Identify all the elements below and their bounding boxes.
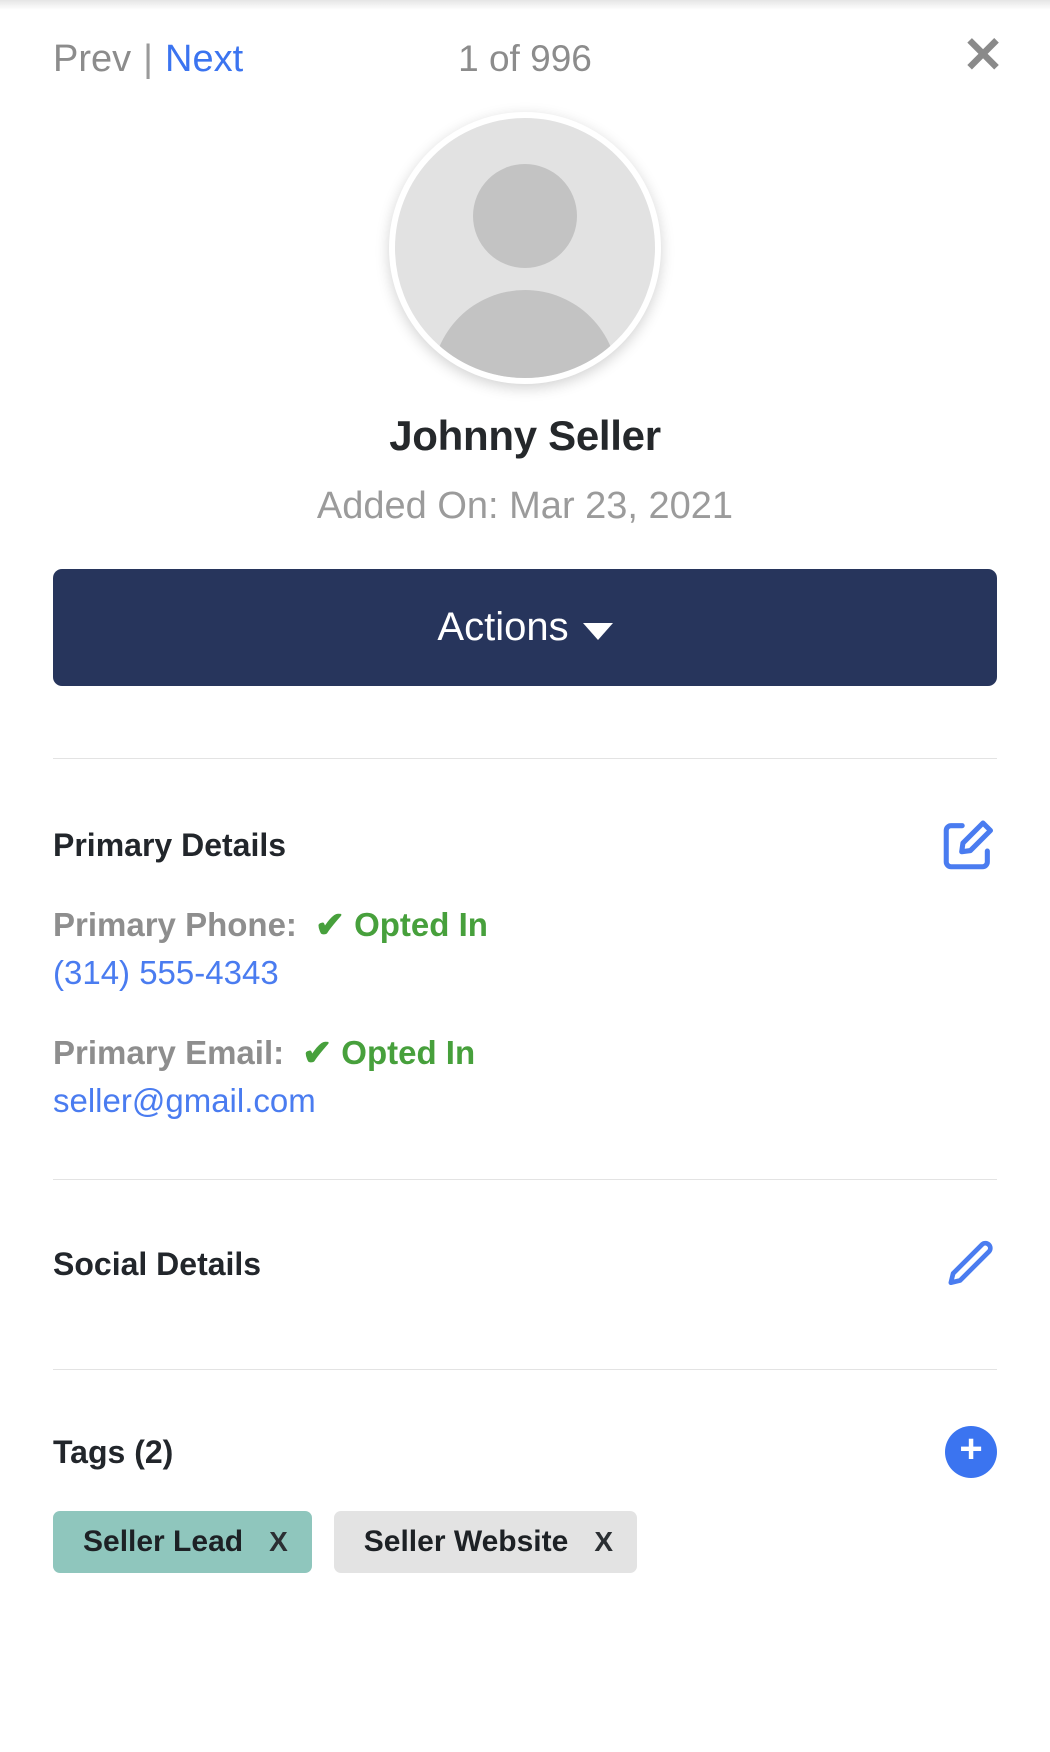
tag-label: Seller Lead: [83, 1525, 244, 1558]
check-icon: ✔: [314, 904, 346, 945]
primary-email-line: Primary Email: ✔ Opted In: [53, 1034, 997, 1072]
record-navigation: Prev | Next: [53, 38, 243, 81]
social-details-section: Social Details: [0, 1180, 1050, 1291]
actions-button-label: Actions: [437, 605, 569, 649]
next-record-link[interactable]: Next: [165, 38, 243, 81]
primary-email-opt-status: ✔ Opted In: [302, 1034, 475, 1072]
tag-chip[interactable]: Seller Lead X: [53, 1511, 312, 1573]
social-details-header: Social Details: [53, 1237, 997, 1291]
added-on-date: Added On: Mar 23, 2021: [316, 485, 734, 527]
social-details-title: Social Details: [53, 1245, 262, 1282]
spacer-above-social-divider: [0, 1120, 1050, 1179]
pencil-icon[interactable]: [943, 1237, 997, 1291]
primary-phone-line: Primary Phone: ✔ Opted In: [53, 906, 997, 944]
tag-remove-icon[interactable]: X: [594, 1526, 613, 1558]
contact-detail-panel: Prev | Next 1 of 996 ✕ Johnny Seller Add…: [0, 0, 1050, 1752]
avatar-person-head-icon: [473, 164, 577, 268]
primary-details-header: Primary Details: [53, 816, 997, 874]
avatar-container: [0, 112, 1050, 384]
prev-record-link[interactable]: Prev: [53, 38, 131, 81]
actions-button[interactable]: Actions: [53, 569, 997, 686]
primary-phone-row: Primary Phone: ✔ Opted In (314) 555-4343: [53, 906, 997, 992]
tag-label: Seller Website: [363, 1525, 569, 1558]
primary-phone-opt-status-label: Opted In: [354, 906, 488, 943]
plus-circle-icon[interactable]: +: [945, 1426, 997, 1478]
primary-phone-opt-status: ✔ Opted In: [315, 906, 488, 944]
primary-phone-value[interactable]: (314) 555-4343: [53, 954, 997, 992]
nav-separator: |: [143, 37, 154, 80]
primary-phone-label: Primary Phone:: [53, 906, 297, 943]
tags-section: Tags (2) + Seller Lead X Seller Website …: [0, 1370, 1050, 1573]
primary-details-title: Primary Details: [53, 826, 287, 863]
plus-glyph: +: [959, 1427, 983, 1471]
primary-details-section: Primary Details Primary Phone: ✔ Opted I…: [0, 759, 1050, 1120]
edit-square-icon[interactable]: [939, 816, 997, 874]
primary-email-row: Primary Email: ✔ Opted In seller@gmail.c…: [53, 1034, 997, 1120]
spacer-above-primary-divider: [0, 686, 1050, 758]
panel-header: Prev | Next 1 of 996 ✕: [0, 0, 1050, 118]
chevron-down-icon: [582, 623, 613, 640]
primary-email-value[interactable]: seller@gmail.com: [53, 1082, 997, 1120]
tag-remove-icon[interactable]: X: [269, 1526, 288, 1558]
check-icon: ✔: [302, 1032, 333, 1073]
tag-chip[interactable]: Seller Website X: [333, 1511, 637, 1573]
close-icon[interactable]: ✕: [962, 30, 1004, 80]
avatar: [389, 112, 661, 384]
contact-name: Johnny Seller: [389, 412, 661, 459]
spacer-above-tags-divider: [0, 1291, 1050, 1369]
tag-list: Seller Lead X Seller Website X: [53, 1511, 997, 1573]
primary-email-opt-status-label: Opted In: [341, 1034, 476, 1071]
primary-email-label: Primary Email:: [53, 1034, 285, 1071]
avatar-person-body-icon: [432, 290, 618, 378]
tags-header: Tags (2) +: [53, 1426, 997, 1478]
tags-title: Tags (2): [53, 1433, 174, 1470]
